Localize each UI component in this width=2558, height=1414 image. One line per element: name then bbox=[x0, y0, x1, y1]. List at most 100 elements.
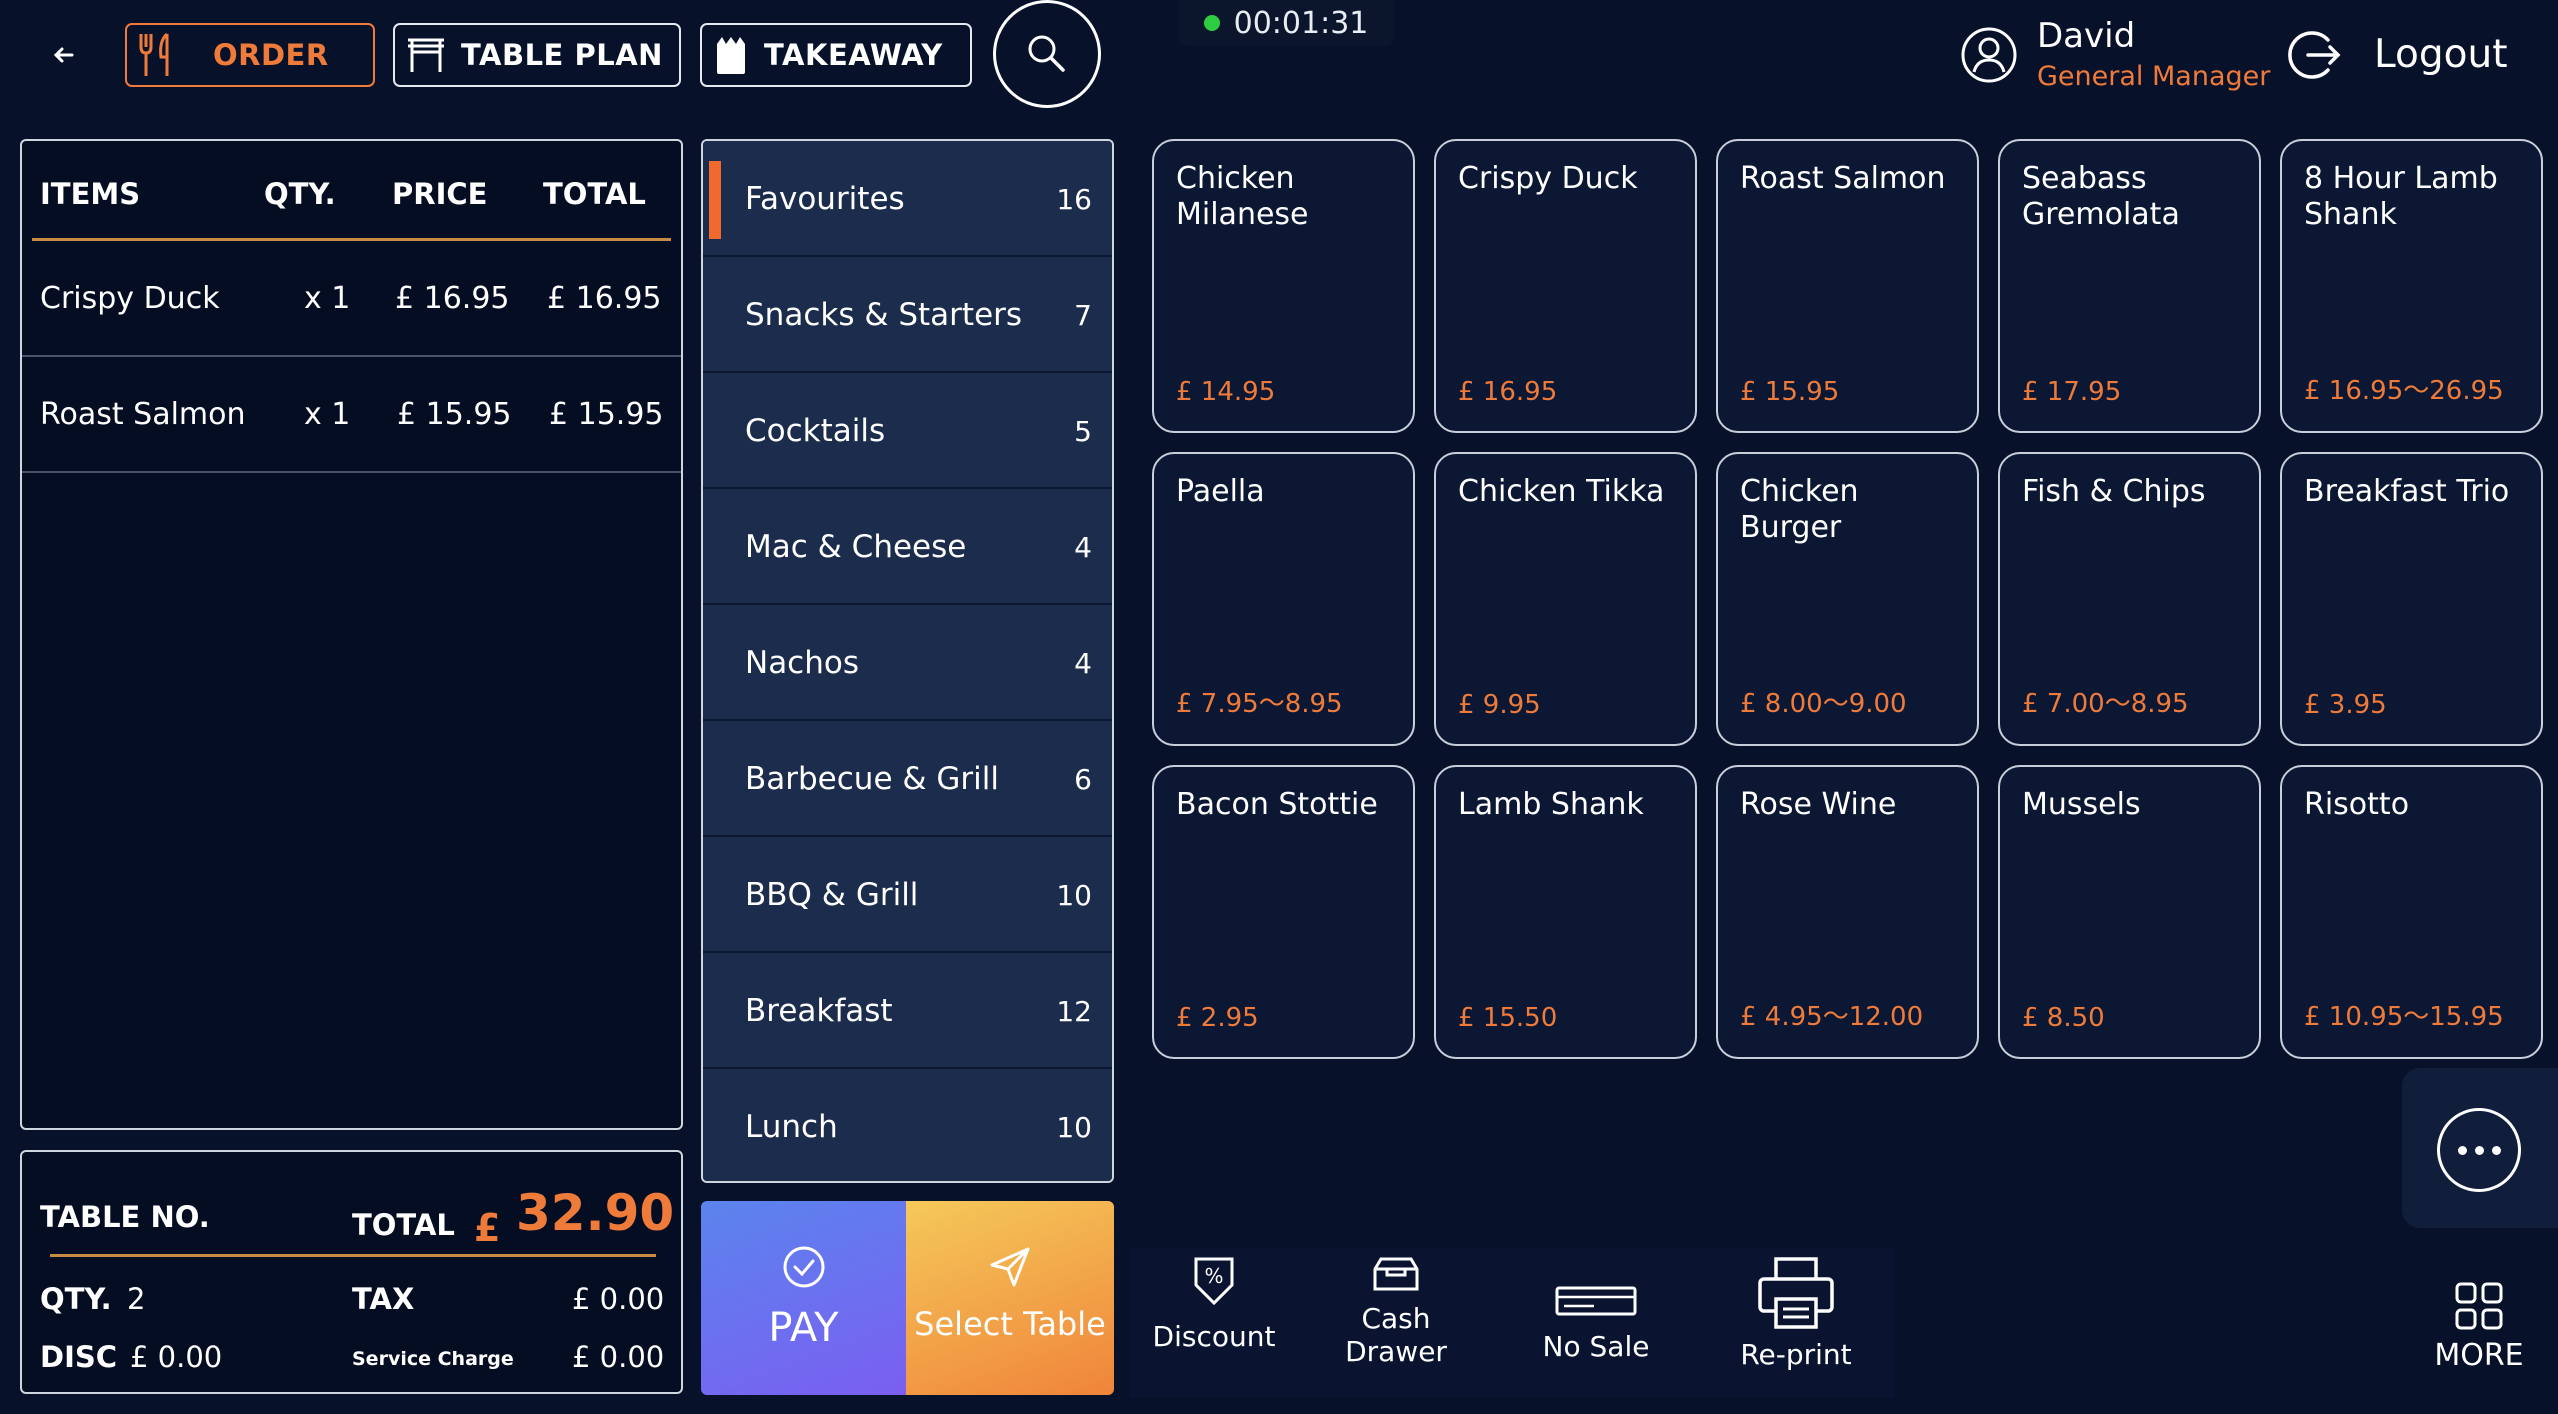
user-name: David bbox=[2037, 16, 2136, 56]
cash-drawer-icon bbox=[1373, 1257, 1419, 1291]
service-charge-label: Service Charge bbox=[352, 1348, 514, 1370]
product-tile[interactable]: Chicken Tikka £ 9.95 bbox=[1434, 452, 1697, 746]
totals-divider bbox=[50, 1254, 656, 1257]
search-button[interactable] bbox=[993, 0, 1101, 108]
product-price: £ 9.95 bbox=[1458, 690, 1541, 720]
category-item-mac-cheese[interactable]: Mac & Cheese 4 bbox=[703, 489, 1112, 605]
header-total: TOTAL bbox=[543, 177, 646, 211]
product-price: £ 8.00～9.00 bbox=[1740, 689, 1907, 719]
table-icon bbox=[408, 38, 444, 72]
category-item-snacks-starters[interactable]: Snacks & Starters 7 bbox=[703, 257, 1112, 373]
category-count: 12 bbox=[1056, 995, 1092, 1028]
header-qty: QTY. bbox=[264, 177, 336, 211]
cash-drawer-label-2: Drawer bbox=[1345, 1335, 1447, 1368]
product-tile[interactable]: Chicken Burger £ 8.00～9.00 bbox=[1716, 452, 1979, 746]
discount-tag-icon: % bbox=[1194, 1257, 1234, 1306]
row-qty: x 1 bbox=[304, 397, 351, 432]
qty-value: 2 bbox=[127, 1282, 146, 1316]
category-list: Favourites 16 Snacks & Starters 7 Cockta… bbox=[701, 139, 1114, 1183]
product-name: Bacon Stottie bbox=[1176, 787, 1378, 822]
product-tile[interactable]: Mussels £ 8.50 bbox=[1998, 765, 2261, 1059]
row-total: £ 15.95 bbox=[549, 397, 664, 432]
reprint-button[interactable]: Re-print bbox=[1724, 1255, 1868, 1371]
status-dot bbox=[1203, 15, 1220, 31]
category-label: Mac & Cheese bbox=[745, 529, 967, 565]
product-tile[interactable]: Bacon Stottie £ 2.95 bbox=[1152, 765, 1415, 1059]
row-price: £ 16.95 bbox=[395, 281, 510, 316]
arrow-left-icon bbox=[53, 47, 74, 63]
back-button[interactable] bbox=[40, 30, 90, 80]
category-count: 16 bbox=[1056, 183, 1092, 216]
table-row[interactable]: Crispy Duck x 1 £ 16.95 £ 16.95 bbox=[22, 241, 681, 357]
category-item-bbq-grill[interactable]: BBQ & Grill 10 bbox=[703, 837, 1112, 953]
product-tile[interactable]: Fish & Chips £ 7.00～8.95 bbox=[1998, 452, 2261, 746]
category-item-nachos[interactable]: Nachos 4 bbox=[703, 605, 1112, 721]
row-total: £ 16.95 bbox=[547, 281, 662, 316]
tab-order-label: ORDER bbox=[213, 38, 329, 72]
cash-drawer-button[interactable]: Cash Drawer bbox=[1326, 1255, 1466, 1368]
product-price: £ 3.95 bbox=[2304, 690, 2387, 720]
product-name: Seabass Gremolata bbox=[2022, 161, 2180, 232]
takeaway-bag-icon bbox=[717, 37, 745, 74]
product-tile[interactable]: Risotto £ 10.95～15.95 bbox=[2280, 765, 2543, 1059]
tax-value: £ 0.00 bbox=[572, 1282, 665, 1316]
product-tile[interactable]: Crispy Duck £ 16.95 bbox=[1434, 139, 1697, 433]
product-tile[interactable]: Rose Wine £ 4.95～12.00 bbox=[1716, 765, 1979, 1059]
product-tile[interactable]: Breakfast Trio £ 3.95 bbox=[2280, 452, 2543, 746]
totals-panel: TABLE NO. TOTAL £ 32.90 QTY. 2 TAX £ 0.0… bbox=[20, 1150, 683, 1394]
service-charge-value: £ 0.00 bbox=[572, 1340, 665, 1374]
user-icon[interactable] bbox=[1960, 26, 2018, 84]
product-price: £ 10.95～15.95 bbox=[2304, 1002, 2504, 1032]
product-name: 8 Hour Lamb Shank bbox=[2304, 161, 2498, 232]
register-icon bbox=[1555, 1286, 1637, 1316]
product-tile[interactable]: Roast Salmon £ 15.95 bbox=[1716, 139, 1979, 433]
disc-value: £ 0.00 bbox=[130, 1340, 223, 1374]
category-item-lunch[interactable]: Lunch 10 bbox=[703, 1069, 1112, 1181]
category-label: BBQ & Grill bbox=[745, 877, 919, 913]
logout-icon[interactable] bbox=[2286, 26, 2344, 84]
product-tile[interactable]: Lamb Shank £ 15.50 bbox=[1434, 765, 1697, 1059]
more-options-button[interactable] bbox=[2402, 1068, 2558, 1228]
product-tile[interactable]: 8 Hour Lamb Shank £ 16.95～26.95 bbox=[2280, 139, 2543, 433]
category-label: Breakfast bbox=[745, 993, 893, 1029]
pay-button[interactable]: PAY bbox=[701, 1201, 906, 1395]
product-name: Rose Wine bbox=[1740, 787, 1897, 822]
reprint-label: Re-print bbox=[1740, 1338, 1852, 1371]
category-label: Snacks & Starters bbox=[745, 297, 1023, 333]
product-price: £ 7.00～8.95 bbox=[2022, 689, 2189, 719]
no-sale-button[interactable]: No Sale bbox=[1524, 1285, 1668, 1363]
logout-button[interactable]: Logout bbox=[2374, 32, 2508, 77]
product-tile[interactable]: Seabass Gremolata £ 17.95 bbox=[1998, 139, 2261, 433]
table-row[interactable]: Roast Salmon x 1 £ 15.95 £ 15.95 bbox=[22, 357, 681, 473]
product-price: £ 7.95～8.95 bbox=[1176, 689, 1343, 719]
order-table-header: ITEMS QTY. PRICE TOTAL bbox=[22, 141, 681, 241]
search-icon bbox=[1028, 35, 1065, 72]
product-name: Chicken Burger bbox=[1740, 474, 1859, 545]
no-sale-label: No Sale bbox=[1542, 1330, 1650, 1363]
more-label: MORE bbox=[2434, 1338, 2524, 1373]
product-tile[interactable]: Paella £ 7.95～8.95 bbox=[1152, 452, 1415, 746]
row-price: £ 15.95 bbox=[397, 397, 512, 432]
category-item-breakfast[interactable]: Breakfast 12 bbox=[703, 953, 1112, 1069]
send-icon bbox=[990, 1247, 1030, 1287]
product-name: Paella bbox=[1176, 474, 1265, 509]
tab-order[interactable]: ORDER bbox=[125, 23, 375, 87]
category-item-cocktails[interactable]: Cocktails 5 bbox=[703, 373, 1112, 489]
order-list: ITEMS QTY. PRICE TOTAL Crispy Duck x 1 £… bbox=[20, 139, 683, 1130]
product-price: £ 14.95 bbox=[1176, 377, 1276, 407]
category-label: Barbecue & Grill bbox=[745, 761, 1000, 797]
select-table-button[interactable]: Select Table bbox=[906, 1201, 1114, 1395]
category-item-barbecue-grill[interactable]: Barbecue & Grill 6 bbox=[703, 721, 1112, 837]
more-button[interactable]: MORE bbox=[2414, 1280, 2544, 1372]
product-tile[interactable]: Chicken Milanese £ 14.95 bbox=[1152, 139, 1415, 433]
category-label: Favourites bbox=[745, 181, 905, 217]
tab-takeaway-label: TAKEAWAY bbox=[764, 38, 943, 72]
user-role: General Manager bbox=[2037, 61, 2271, 92]
category-item-favourites[interactable]: Favourites 16 bbox=[703, 141, 1112, 257]
discount-button[interactable]: % Discount bbox=[1142, 1255, 1286, 1353]
fork-knife-icon bbox=[139, 32, 169, 76]
tab-takeaway[interactable]: TAKEAWAY bbox=[700, 23, 972, 87]
category-label: Nachos bbox=[745, 645, 859, 681]
product-price: £ 8.50 bbox=[2022, 1003, 2105, 1033]
tab-table-plan[interactable]: TABLE PLAN bbox=[393, 23, 681, 87]
